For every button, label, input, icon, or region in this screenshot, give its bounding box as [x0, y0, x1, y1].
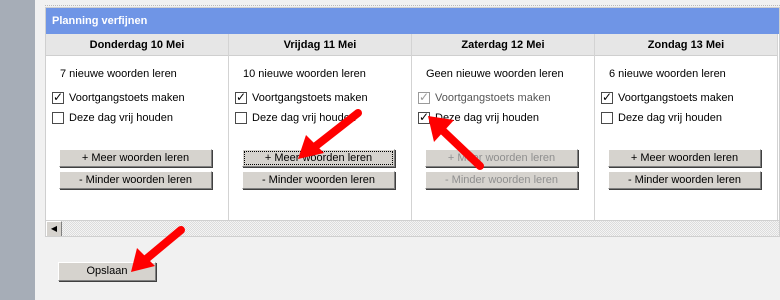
day-column-friday: Vrijdag 11 Mei 10 nieuwe woorden leren V… — [229, 34, 412, 220]
free-day-row[interactable]: Deze dag vrij houden — [601, 112, 722, 124]
progress-test-checkbox[interactable] — [52, 90, 64, 104]
day-column-saturday: Zaterdag 12 Mei Geen nieuwe woorden lere… — [412, 34, 595, 220]
fewer-words-button: - Minder woorden leren — [425, 171, 578, 189]
free-day-checkbox[interactable] — [601, 112, 613, 124]
day-note: Geen nieuwe woorden leren — [426, 68, 564, 80]
fewer-words-button[interactable]: - Minder woorden leren — [242, 171, 395, 189]
free-day-label: Deze dag vrij houden — [69, 112, 173, 124]
day-header: Donderdag 10 Mei — [46, 34, 228, 56]
free-day-checkbox[interactable] — [418, 110, 430, 124]
left-sidebar — [0, 0, 35, 300]
day-header: Zaterdag 12 Mei — [412, 34, 594, 56]
free-day-checkbox[interactable] — [52, 112, 64, 124]
progress-test-checkbox — [418, 90, 430, 104]
panel-title: Planning verfijnen — [46, 8, 779, 34]
more-words-button: + Meer woorden leren — [425, 149, 578, 167]
progress-test-row[interactable]: Voortgangstoets maken — [52, 90, 185, 104]
scroll-left-arrow-icon[interactable]: ◀ — [46, 221, 62, 236]
free-day-label: Deze dag vrij houden — [618, 112, 722, 124]
more-words-button[interactable]: + Meer woorden leren — [608, 149, 761, 167]
scroll-track[interactable] — [62, 221, 779, 236]
free-day-row[interactable]: Deze dag vrij houden — [52, 112, 173, 124]
more-words-button[interactable]: + Meer woorden leren — [59, 149, 212, 167]
more-words-button[interactable]: + Meer woorden leren — [242, 149, 395, 167]
free-day-row[interactable]: Deze dag vrij houden — [418, 110, 539, 124]
fewer-words-button[interactable]: - Minder woorden leren — [608, 171, 761, 189]
planning-panel: Planning verfijnen Donderdag 10 Mei 7 ni… — [45, 7, 780, 237]
progress-test-row[interactable]: Voortgangstoets maken — [601, 90, 734, 104]
progress-test-label: Voortgangstoets maken — [618, 92, 734, 104]
free-day-checkbox[interactable] — [235, 112, 247, 124]
free-day-label: Deze dag vrij houden — [252, 112, 356, 124]
progress-test-row[interactable]: Voortgangstoets maken — [235, 90, 368, 104]
progress-test-label: Voortgangstoets maken — [252, 92, 368, 104]
day-note: 7 nieuwe woorden leren — [60, 68, 177, 80]
free-day-row[interactable]: Deze dag vrij houden — [235, 112, 356, 124]
day-note: 10 nieuwe woorden leren — [243, 68, 366, 80]
fewer-words-button[interactable]: - Minder woorden leren — [59, 171, 212, 189]
progress-test-label: Voortgangstoets maken — [69, 92, 185, 104]
progress-test-checkbox[interactable] — [601, 90, 613, 104]
free-day-label: Deze dag vrij houden — [435, 112, 539, 124]
day-header: Zondag 13 Mei — [595, 34, 777, 56]
progress-test-label: Voortgangstoets maken — [435, 92, 551, 104]
progress-test-checkbox[interactable] — [235, 90, 247, 104]
page: Planning verfijnen Donderdag 10 Mei 7 ni… — [35, 0, 780, 300]
horizontal-scrollbar[interactable]: ◀ — [46, 220, 779, 236]
day-header: Vrijdag 11 Mei — [229, 34, 411, 56]
day-column-sunday: Zondag 13 Mei 6 nieuwe woorden leren Voo… — [595, 34, 778, 220]
save-button[interactable]: Opslaan — [58, 262, 156, 281]
days-row: Donderdag 10 Mei 7 nieuwe woorden leren … — [46, 34, 779, 220]
top-divider — [45, 0, 780, 6]
day-note: 6 nieuwe woorden leren — [609, 68, 726, 80]
progress-test-row: Voortgangstoets maken — [418, 90, 551, 104]
day-column-thursday: Donderdag 10 Mei 7 nieuwe woorden leren … — [46, 34, 229, 220]
